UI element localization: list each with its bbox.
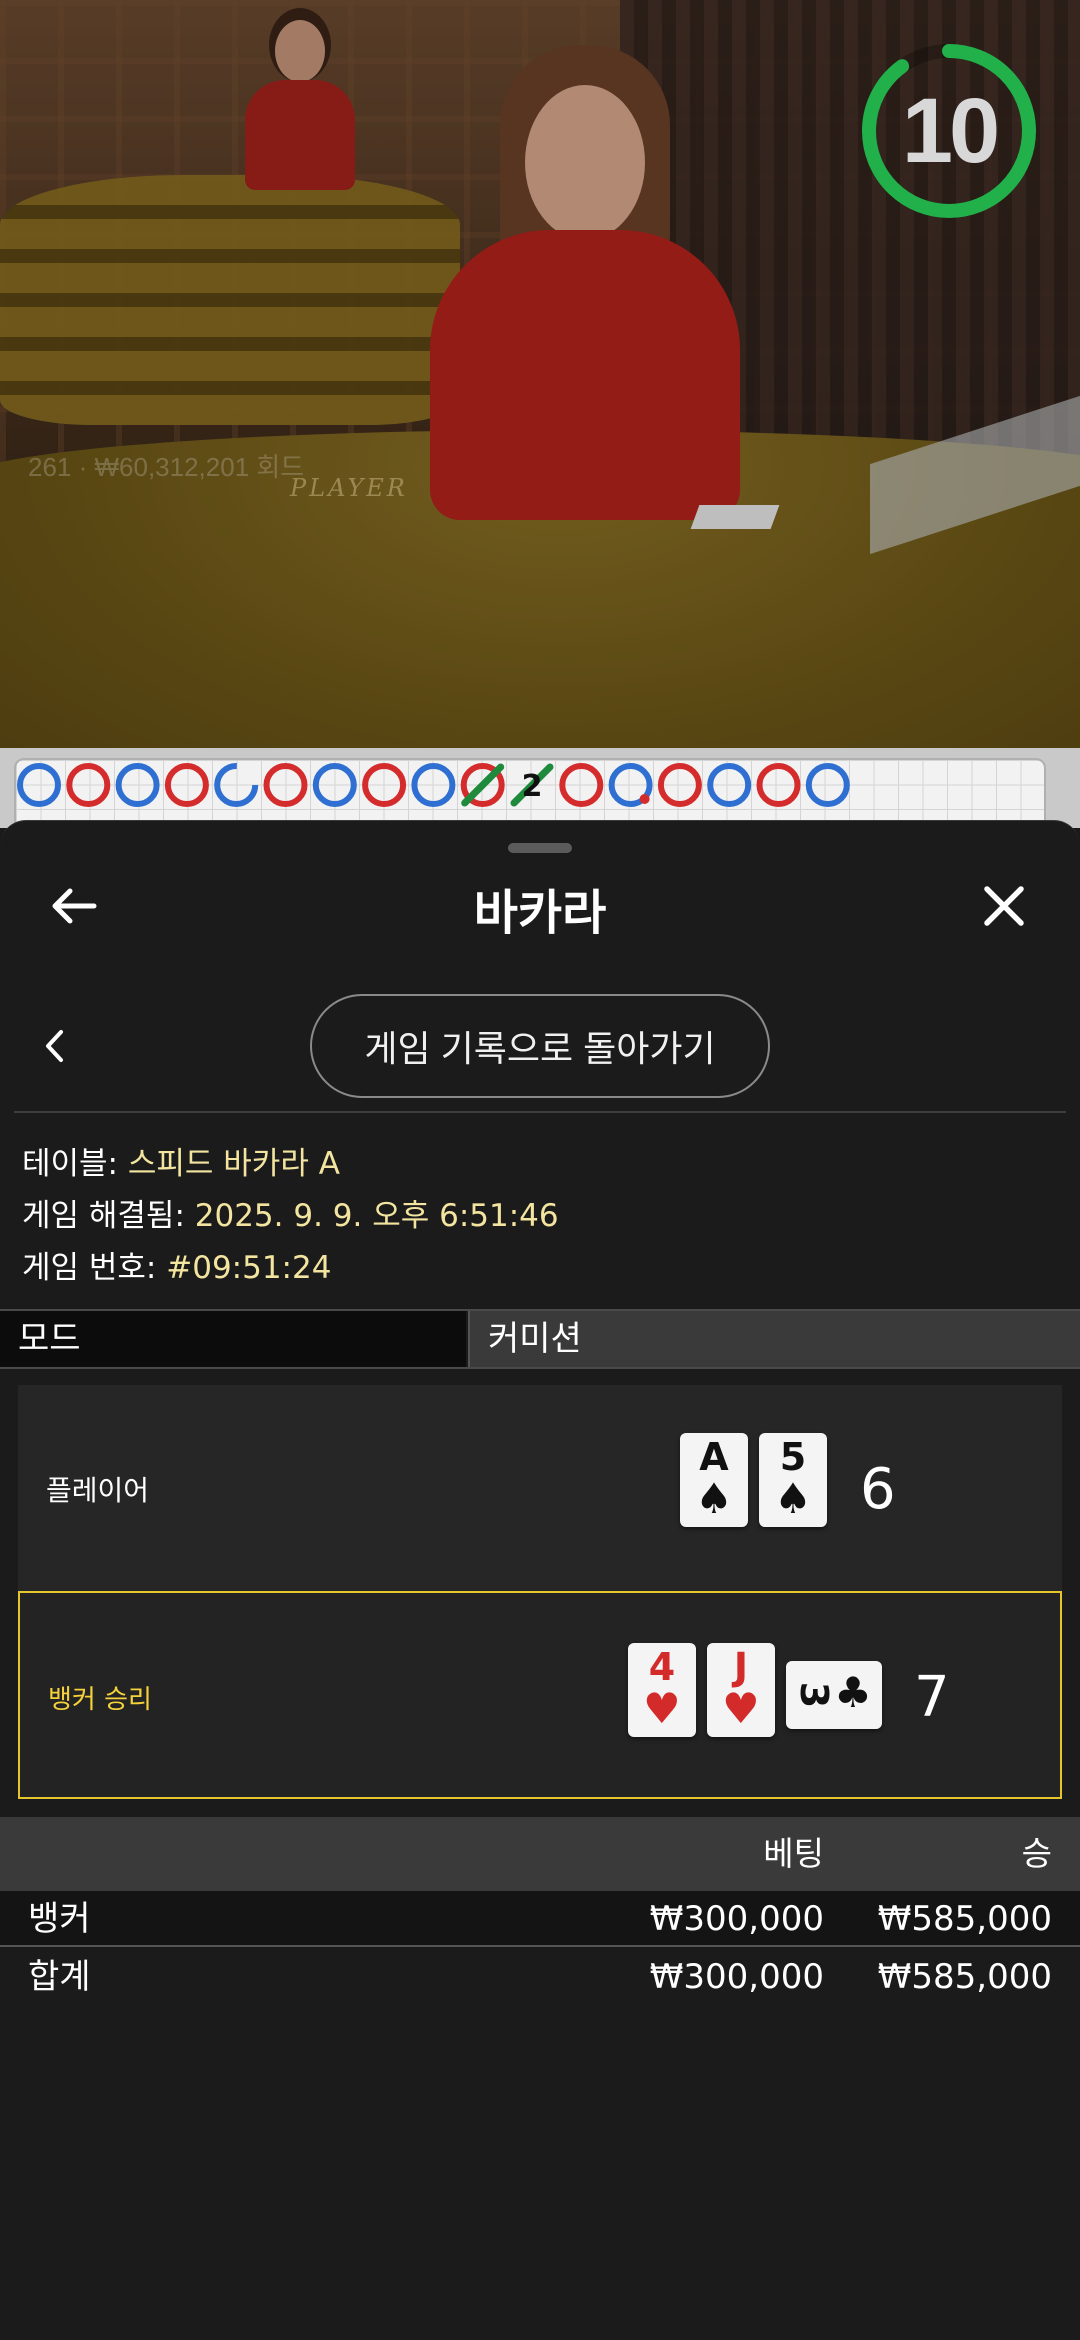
playing-card: 4 ♥ [628, 1643, 696, 1737]
bead-road-mark [214, 763, 259, 807]
game-number-info: 게임 번호: #09:51:24 [22, 1242, 331, 1287]
banker-hand: 뱅커 승리 4 ♥ J ♥ 3 ♣ 7 [18, 1591, 1062, 1799]
back-to-history-button[interactable]: 게임 기록으로 돌아가기 [310, 994, 770, 1098]
playing-card: A ♠ [680, 1433, 748, 1527]
resolved-info: 게임 해결됨: 2025. 9. 9. 오후 6:51:46 [22, 1190, 559, 1235]
table-row-total: 합계 ₩300,000 ₩585,000 [0, 1949, 1080, 2005]
spade-icon: ♠ [774, 1474, 812, 1523]
game-number-value: #09:51:24 [166, 1250, 332, 1286]
bead-road-mark [115, 763, 160, 807]
card-rank: A [699, 1435, 729, 1479]
bead-road-mark [657, 763, 702, 807]
bead-road-mark [411, 763, 456, 807]
table-info: 테이블: 스피드 바카라 A [22, 1138, 340, 1183]
bet-amount: ₩300,000 [649, 1899, 824, 1939]
bead-road-mark [263, 763, 308, 807]
heart-icon: ♥ [643, 1684, 681, 1733]
total-win-amount: ₩585,000 [877, 1957, 1052, 1997]
bet-name: 뱅커 [28, 1899, 91, 1939]
bead-road-mark [362, 763, 407, 807]
chevron-left-icon [46, 1030, 63, 1062]
win-column-header: 승 [1021, 1834, 1052, 1873]
club-icon: ♣ [834, 1668, 872, 1717]
mode-cell: 모드 [0, 1311, 466, 1367]
countdown-timer: 10 [858, 40, 1040, 222]
bead-road-mark [17, 763, 61, 807]
heart-icon: ♥ [722, 1684, 760, 1733]
resolved-value: 2025. 9. 9. 오후 6:51:46 [194, 1198, 559, 1234]
previous-game-button[interactable] [20, 1011, 90, 1081]
playing-card: J ♥ [707, 1643, 775, 1737]
win-amount: ₩585,000 [877, 1899, 1052, 1939]
bead-road-mark [164, 763, 209, 807]
live-video-feed: PLAYER 261 · ₩60,312,201 회드 10 [0, 0, 1080, 748]
playing-card: 5 ♠ [759, 1433, 827, 1527]
close-icon [984, 886, 1024, 926]
card-rank: 5 [779, 1435, 807, 1479]
total-label: 합계 [28, 1957, 91, 1997]
bead-road-mark [707, 763, 752, 807]
game-number-label: 게임 번호: [22, 1250, 157, 1286]
bead-road-mark [559, 763, 604, 807]
player-score: 6 [860, 1456, 896, 1522]
table-row: 뱅커 ₩300,000 ₩585,000 [0, 1891, 1080, 1947]
sheet-drag-handle[interactable] [508, 843, 572, 853]
commission-cell: 커미션 [468, 1311, 1080, 1367]
table-label: 테이블: [22, 1146, 119, 1182]
player-hand: 플레이어 A ♠ 5 ♠ 6 [18, 1385, 1062, 1593]
roadmap-strip[interactable]: 2 [0, 748, 1080, 848]
bead-road-mark [608, 763, 653, 807]
countdown-value: 10 [901, 79, 1000, 182]
playing-card-sideways: 3 ♣ [786, 1661, 882, 1729]
bead-road-mark: 2 [510, 763, 554, 807]
bead-road-mark [66, 763, 111, 807]
bead-road-mark [460, 763, 505, 807]
banker-win-label: 뱅커 승리 [48, 1684, 152, 1715]
bead-road-mark [312, 763, 357, 807]
divider [14, 1111, 1066, 1113]
player-label: 플레이어 [46, 1474, 150, 1507]
card-rank: 4 [648, 1645, 676, 1689]
close-button[interactable] [964, 866, 1044, 946]
mode-row: 모드 커미션 [0, 1309, 1080, 1369]
tie-count-label: 2 [522, 769, 543, 804]
bet-column-header: 베팅 [763, 1834, 824, 1873]
total-bet-amount: ₩300,000 [649, 1957, 824, 1997]
table-value: 스피드 바카라 A [127, 1146, 340, 1182]
bets-table-header: 베팅 승 [0, 1817, 1080, 1891]
bead-road-mark [756, 763, 801, 807]
bead-road: 2 [17, 763, 850, 807]
resolved-label: 게임 해결됨: [22, 1198, 185, 1234]
bead-road-mark [805, 763, 850, 807]
game-history-sheet: 바카라 게임 기록으로 돌아가기 테이블: 스피드 바카라 A 게임 해결됨: … [0, 820, 1080, 2340]
spade-icon: ♠ [695, 1474, 733, 1523]
banker-score: 7 [914, 1664, 950, 1730]
card-rank: J [733, 1645, 749, 1689]
sheet-title: 바카라 [473, 885, 607, 941]
